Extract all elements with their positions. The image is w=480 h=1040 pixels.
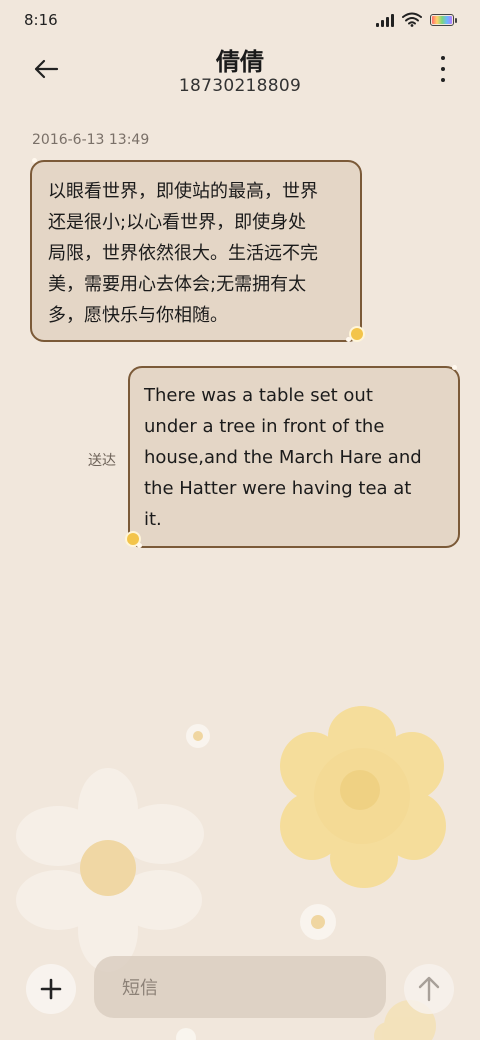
bubble-corner-dot	[346, 337, 351, 342]
battery-icon	[430, 13, 457, 26]
message-line: the Hatter were having tea at	[144, 478, 412, 499]
message-input[interactable]: 短信	[94, 956, 386, 1018]
message-line: 还是很小;以心看世界，即使身处	[48, 212, 307, 233]
wifi-icon	[402, 12, 422, 27]
bubble-corner-dot	[452, 365, 457, 370]
conversation-header: 倩倩 18730218809	[0, 40, 480, 110]
message-input-placeholder: 短信	[122, 978, 158, 999]
more-options-button[interactable]	[436, 56, 450, 82]
bubble-corner-dot	[32, 158, 37, 163]
message-line: house,and the March Hare and	[144, 447, 422, 468]
message-line: it.	[144, 509, 162, 530]
delivery-status: 送达	[88, 453, 116, 469]
more-vertical-icon	[441, 56, 445, 60]
status-bar: 8:16	[0, 0, 480, 40]
send-button[interactable]	[404, 964, 454, 1014]
bubble-flower-ornament	[351, 328, 363, 340]
arrow-up-icon	[418, 976, 440, 1002]
incoming-message-bubble[interactable]: 以眼看世界，即使站的最高，世界 还是很小;以心看世界，即使身处 局限，世界依然很…	[30, 160, 362, 342]
add-attachment-button[interactable]	[26, 964, 76, 1014]
message-line: 美，需要用心去体会;无需拥有太	[48, 274, 307, 295]
status-icons	[376, 12, 457, 27]
contact-number: 18730218809	[178, 76, 302, 96]
plus-icon	[40, 978, 62, 1000]
message-line: 多，愿快乐与你相随。	[48, 305, 228, 326]
status-time: 8:16	[24, 11, 58, 29]
bubble-corner-dot	[137, 543, 142, 548]
signal-icon	[376, 13, 394, 27]
message-line: 以眼看世界，即使站的最高，世界	[48, 181, 318, 202]
contact-name: 倩倩	[216, 48, 264, 76]
message-line: There was a table set out	[144, 385, 373, 406]
message-line: under a tree in front of the	[144, 416, 385, 437]
message-timestamp: 2016-6-13 13:49	[32, 132, 150, 148]
outgoing-message-bubble[interactable]: There was a table set out under a tree i…	[128, 366, 460, 548]
message-line: 局限，世界依然很大。生活远不完	[48, 243, 318, 264]
